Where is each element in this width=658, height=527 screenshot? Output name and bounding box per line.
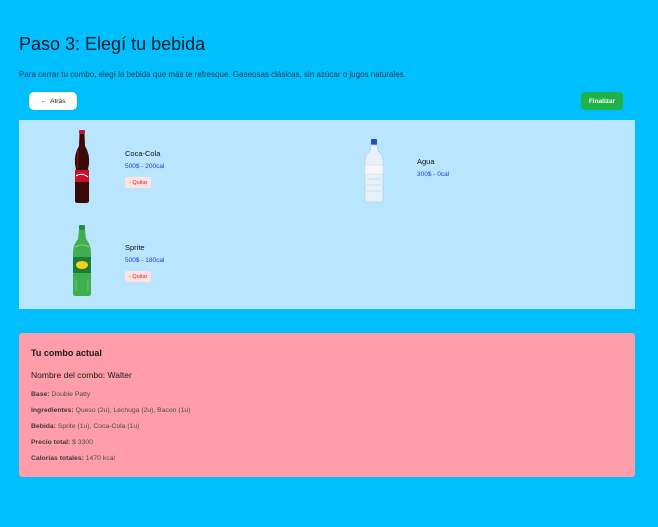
summary-line-value: Double Patty	[51, 391, 91, 398]
summary-title: Tu combo actual	[31, 348, 102, 358]
summary-line-value: Sprite (1u), Coca-Cola (1u)	[57, 423, 140, 430]
summary-base: Base: Double Patty	[31, 391, 90, 398]
back-button[interactable]: ← Atrás	[29, 92, 77, 110]
summary-line-label: Precio total:	[31, 439, 71, 446]
cola-bottle-icon	[74, 130, 90, 203]
summary-line-label: Base:	[31, 391, 50, 398]
summary-total-price: Precio total: $ 3300	[31, 439, 93, 446]
combo-summary-panel: Tu combo actual Nombre del combo: Walter…	[19, 333, 635, 477]
summary-ingredients: Ingredientes: Queso (2u), Lechuga (2u), …	[31, 407, 190, 414]
summary-line-label: Ingredientes:	[31, 407, 74, 414]
summary-drink: Bebida: Sprite (1u), Coca-Cola (1u)	[31, 423, 139, 430]
back-button-label: Atrás	[50, 97, 66, 105]
summary-line-label: Calorías totales:	[31, 455, 84, 462]
water-bottle-icon	[364, 139, 384, 203]
drink-name: Coca-Cola	[125, 149, 161, 158]
drink-name: Agua	[417, 157, 435, 166]
drink-card-sprite[interactable]: Sprite 500$ - 180cal - Quitar	[19, 215, 319, 309]
drinks-panel: Coca-Cola 500$ - 200cal - Quitar Agua 30…	[19, 120, 635, 309]
sprite-bottle-icon	[73, 225, 91, 296]
drink-card-agua[interactable]: Agua 300$ - 0cal	[319, 120, 635, 215]
summary-total-calories: Calorías totales: 1470 kcal	[31, 455, 115, 462]
remove-drink-button[interactable]: - Quitar	[125, 177, 152, 188]
page-subtitle: Para cerrar tu combo, elegí la bebida qu…	[19, 70, 406, 79]
drink-card-coca-cola[interactable]: Coca-Cola 500$ - 200cal - Quitar	[19, 120, 319, 215]
drink-price-calories: 300$ - 0cal	[417, 171, 450, 178]
summary-line-value: 1470 kcal	[85, 455, 115, 462]
drink-price-calories: 500$ - 180cal	[125, 257, 165, 264]
finish-button[interactable]: Finalizar	[581, 92, 623, 110]
page-title: Paso 3: Elegí tu bebida	[19, 34, 206, 54]
arrow-left-icon: ←	[40, 97, 48, 105]
remove-drink-button[interactable]: - Quitar	[125, 271, 152, 282]
summary-line-value: $ 3300	[72, 439, 93, 446]
summary-line-label: Bebida:	[31, 423, 56, 430]
summary-line-value: Queso (2u), Lechuga (2u), Bacon (1u)	[75, 407, 191, 414]
combo-name: Nombre del combo: Walter	[31, 370, 132, 380]
drink-name: Sprite	[125, 243, 145, 252]
combo-name-label: Nombre del combo:	[31, 370, 106, 380]
drink-price-calories: 500$ - 200cal	[125, 163, 165, 170]
combo-name-value: Walter	[107, 370, 132, 380]
